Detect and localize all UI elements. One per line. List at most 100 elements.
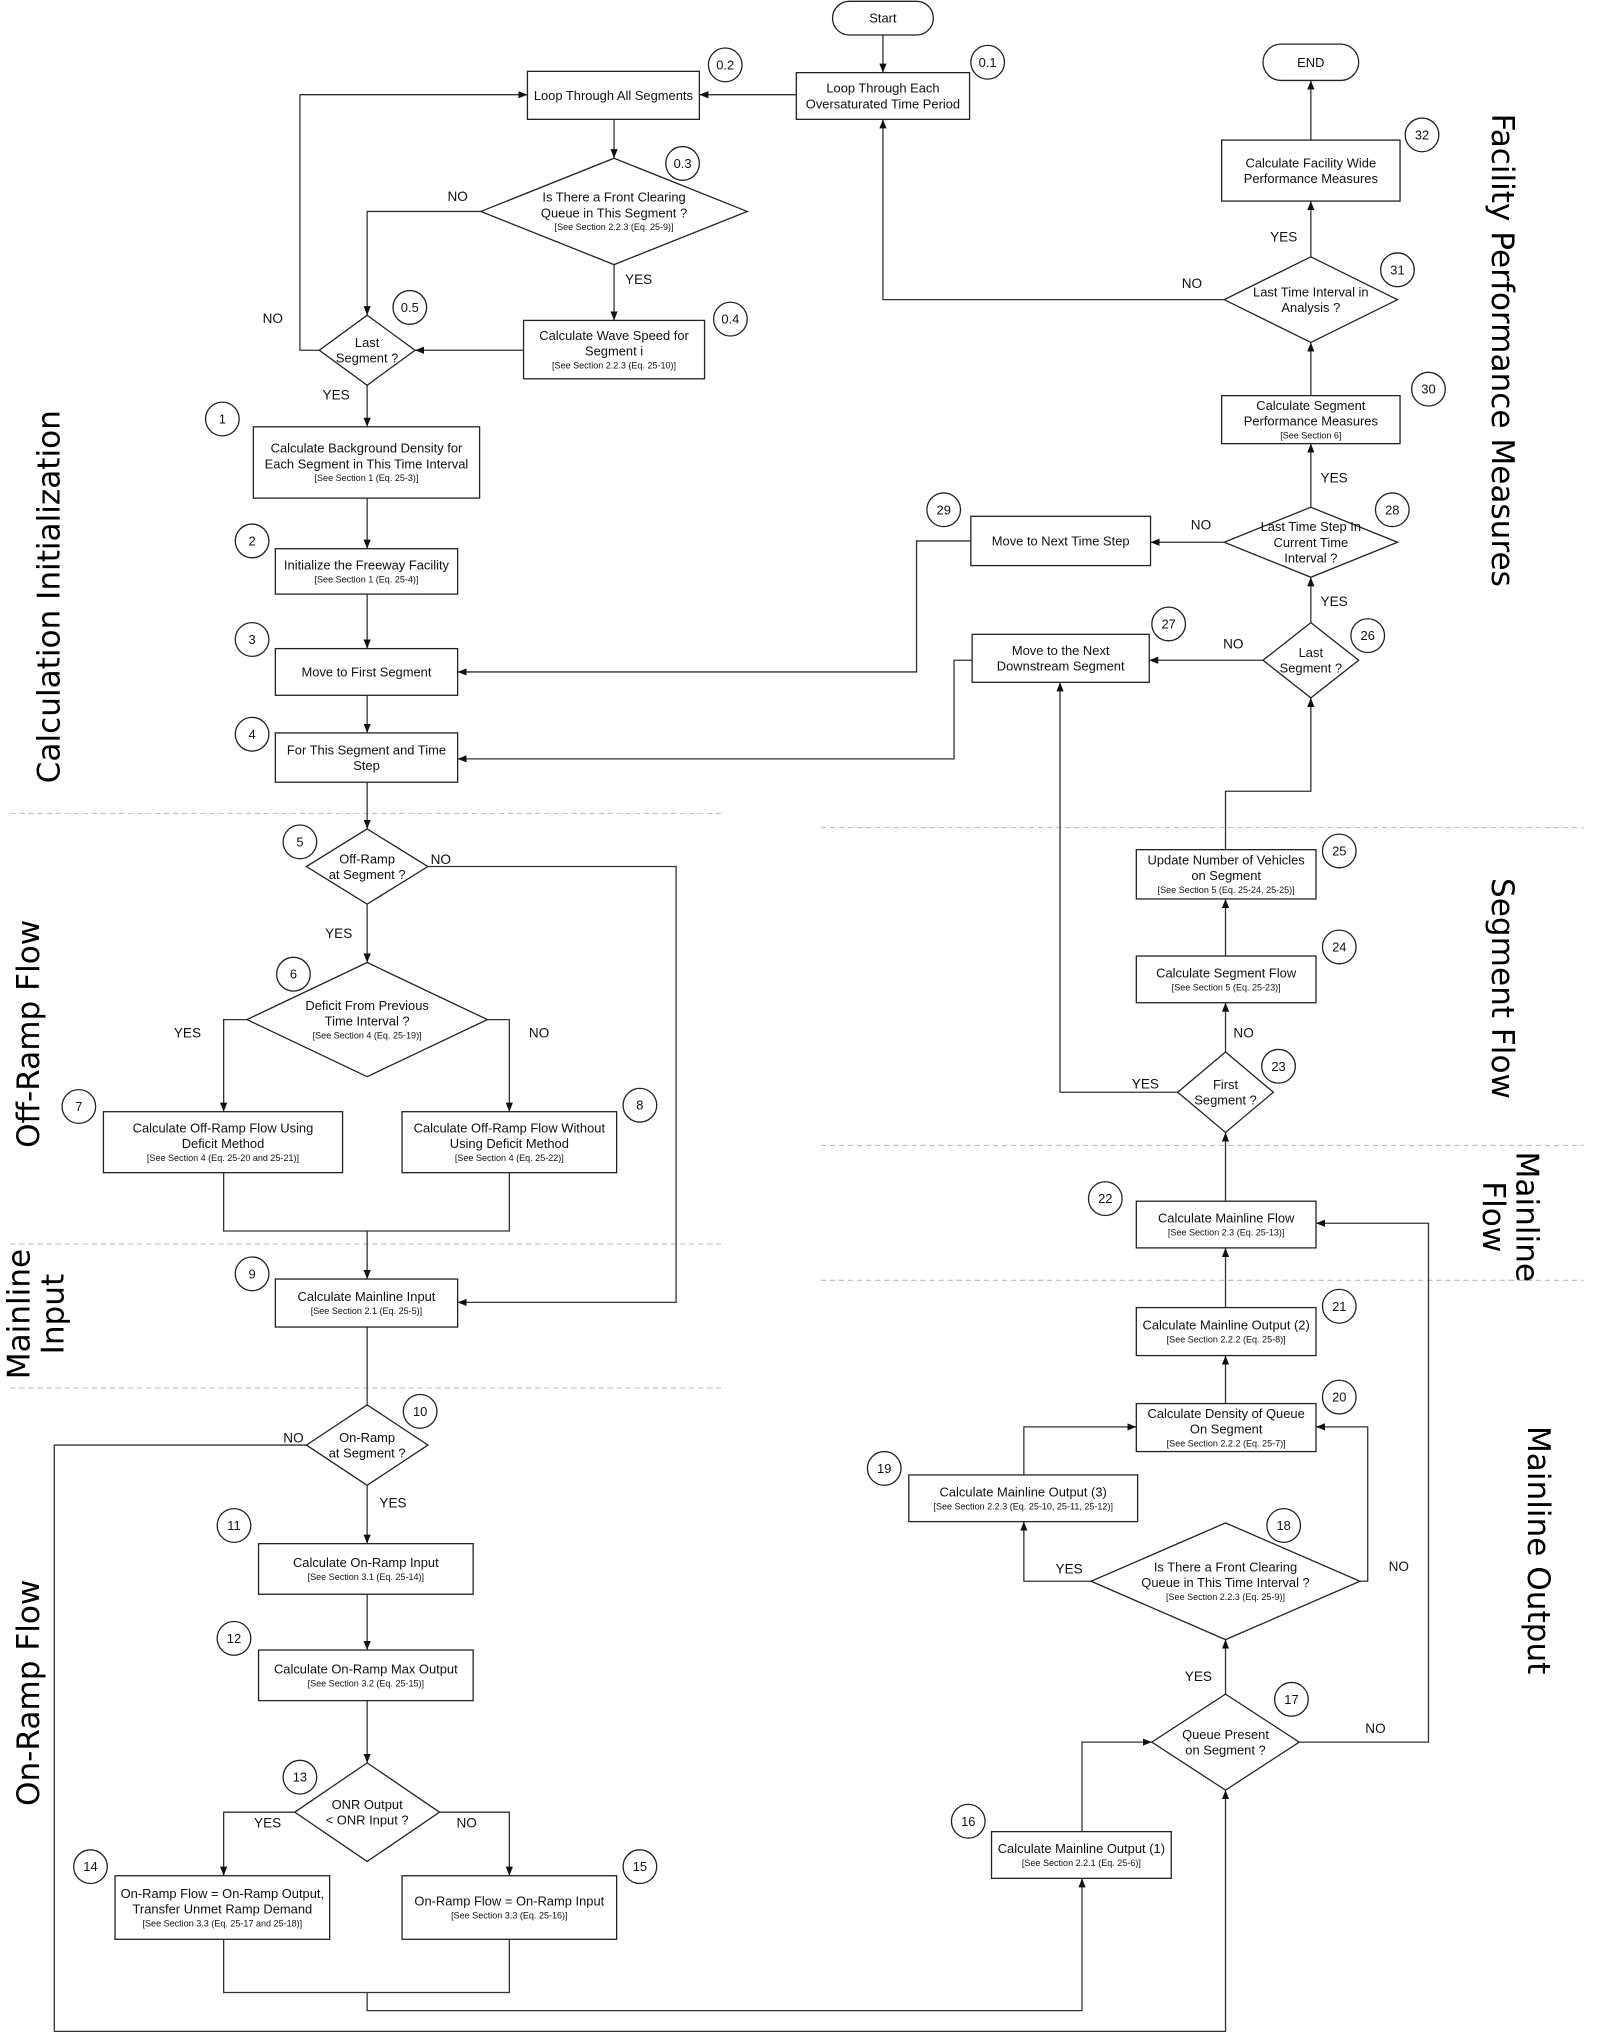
step-number: 24 <box>1332 939 1346 954</box>
terminal-start: Start <box>831 0 935 36</box>
step-number: 0.4 <box>721 312 739 327</box>
step-number: 25 <box>1332 843 1346 858</box>
section-reference: [See Section 2.2.2 (Eq. 25-8)] <box>1167 1335 1286 1345</box>
node-text: Queue Present <box>1182 1727 1269 1742</box>
step-number: 23 <box>1271 1059 1285 1074</box>
node-text: On Segment <box>1190 1421 1263 1436</box>
branch-label-yes: YES <box>625 272 652 287</box>
branch-label-no: NO <box>1389 1559 1409 1574</box>
step-number: 4 <box>248 727 255 742</box>
section-label-segment-flow: Segment Flow <box>1484 878 1520 1099</box>
decision-18: Is There a Front ClearingQueue in This T… <box>1089 1507 1362 1641</box>
branch-label-no: NO <box>431 852 451 867</box>
step-number: 7 <box>75 1099 82 1114</box>
step-number: 8 <box>636 1098 643 1113</box>
step-number: 17 <box>1284 1692 1298 1707</box>
decision-0-3: Is There a Front ClearingQueue in This S… <box>479 145 749 266</box>
node-text: Initialize the Freeway Facility <box>284 557 450 572</box>
decision-5: Off-Rampat Segment ? 5 <box>282 824 430 905</box>
section-reference: [See Section 2.2.1 (Eq. 25-6)] <box>1022 1858 1141 1868</box>
section-title: Calculation Initialization <box>32 410 68 783</box>
node-text: Step <box>353 758 380 773</box>
node-text: END <box>1297 55 1324 70</box>
process-14: On-Ramp Flow = On-Ramp Output,Transfer U… <box>73 1849 331 1940</box>
step-number: 10 <box>413 1404 427 1419</box>
connector-15-to-16 <box>367 1939 510 1994</box>
section-labels: Calculation InitializationOff-Ramp FlowM… <box>2 114 1556 1806</box>
node-text: On-Ramp Flow = On-Ramp Output, <box>121 1886 324 1901</box>
decision-6: Deficit From PreviousTime Interval ? [See… <box>245 956 489 1078</box>
connector-16-to-17 <box>1081 1738 1152 1832</box>
step-number: 0.1 <box>979 55 997 70</box>
connector-5-to-9 <box>427 865 677 1307</box>
section-title: Input <box>35 1274 71 1355</box>
branch-label-no: NO <box>1182 276 1202 291</box>
step-number: 0.5 <box>401 300 419 315</box>
connector-6-to-7 <box>220 1018 247 1112</box>
node-text: Segment i <box>585 343 643 358</box>
node-text: Is There a Front Clearing <box>542 190 685 205</box>
branch-label-yes: YES <box>1056 1561 1083 1576</box>
section-reference: [See Section 2.1 (Eq. 25-5)] <box>311 1306 422 1316</box>
section-reference: [See Section 1 (Eq. 25-4)] <box>315 574 419 584</box>
node-text: Oversaturated Time Period <box>806 96 960 111</box>
branch-label-no: NO <box>447 189 467 204</box>
decision-31: Last Time Interval inAnalysis ? 31 <box>1222 252 1415 344</box>
step-number: 12 <box>227 1631 241 1646</box>
section-reference: [See Section 2.2.2 (Eq. 25-7)] <box>1167 1438 1286 1448</box>
branch-label-yes: YES <box>379 1495 406 1510</box>
node-text: On-Ramp <box>339 1430 395 1445</box>
section-label-calc-init: Calculation Initialization <box>32 410 68 783</box>
section-reference: [See Section 3.3 (Eq. 25-17 and 25-18)] <box>143 1918 303 1928</box>
branch-label-no: NO <box>1233 1026 1253 1041</box>
process-19: Calculate Mainline Output (3) [See Sectio… <box>866 1450 1139 1523</box>
step-number: 9 <box>248 1266 255 1281</box>
section-title: Mainline <box>1508 1152 1544 1282</box>
node-text: at Segment ? <box>329 867 406 882</box>
step-number: 18 <box>1277 1518 1291 1533</box>
process-2: Initialize the Freeway Facility [See Sect… <box>234 523 459 595</box>
process-0-2: Loop Through All Segments 0.2 <box>526 47 743 120</box>
node-text: Using Deficit Method <box>450 1136 569 1151</box>
node-text: at Segment ? <box>329 1445 406 1460</box>
node-text: Calculate Mainline Input <box>298 1289 436 1304</box>
branch-label-yes: YES <box>174 1026 201 1041</box>
step-number: 0.2 <box>716 57 734 72</box>
node-text: Calculate Wave Speed for <box>539 328 689 343</box>
decision-10: On-Rampat Segment ? 10 <box>305 1393 438 1487</box>
step-number: 19 <box>877 1461 891 1476</box>
step-number: 21 <box>1332 1299 1346 1314</box>
section-reference: [See Section 1 (Eq. 25-3)] <box>315 473 419 483</box>
node-text: Start <box>869 11 897 26</box>
step-number: 1 <box>219 412 226 427</box>
section-reference: [See Section 3.2 (Eq. 25-15)] <box>308 1678 424 1688</box>
branch-label-yes: YES <box>254 1816 281 1831</box>
node-text: Loop Through Each <box>826 81 939 96</box>
node-text: Off-Ramp <box>339 851 395 866</box>
process-32: Calculate Facility WidePerformance Measu… <box>1220 117 1440 202</box>
branch-label-no: NO <box>1365 1721 1385 1736</box>
section-reference: [See Section 4 (Eq. 25-22)] <box>455 1153 564 1163</box>
branch-label-yes: YES <box>1270 229 1297 244</box>
node-text: Calculate Off-Ramp Flow Without <box>414 1120 606 1135</box>
section-reference: [See Section 3.1 (Eq. 25-14)] <box>308 1572 424 1582</box>
node-text: On-Ramp Flow = On-Ramp Input <box>414 1894 604 1909</box>
step-number: 15 <box>633 1859 647 1874</box>
section-label-mainline-flow: MainlineFlow <box>1475 1152 1545 1282</box>
step-number: 6 <box>290 967 297 982</box>
connector-14-to-16 <box>222 1878 1086 2012</box>
node-text: Move to Next Time Step <box>992 533 1130 548</box>
node-text: Calculate On-Ramp Max Output <box>274 1661 458 1676</box>
step-number: 27 <box>1161 616 1175 631</box>
section-label-mainline-output: Mainline Output <box>1520 1426 1556 1674</box>
node-text: Each Segment in This Time Interval <box>265 456 469 471</box>
section-title: On-Ramp Flow <box>11 1580 47 1806</box>
node-text: Is There a Front Clearing <box>1154 1560 1297 1575</box>
node-text: Performance Measures <box>1244 413 1378 428</box>
process-25: Update Number of Vehicleson Segment [See … <box>1135 833 1357 900</box>
section-reference: [See Section 2.2.3 (Eq. 25-10, 25-11, 25… <box>933 1501 1113 1511</box>
process-29: Move to Next Time Step 29 <box>926 492 1152 567</box>
node-text: Interval ? <box>1284 550 1337 565</box>
node-text: Segment ? <box>336 351 398 366</box>
node-text: Current Time <box>1274 535 1349 550</box>
